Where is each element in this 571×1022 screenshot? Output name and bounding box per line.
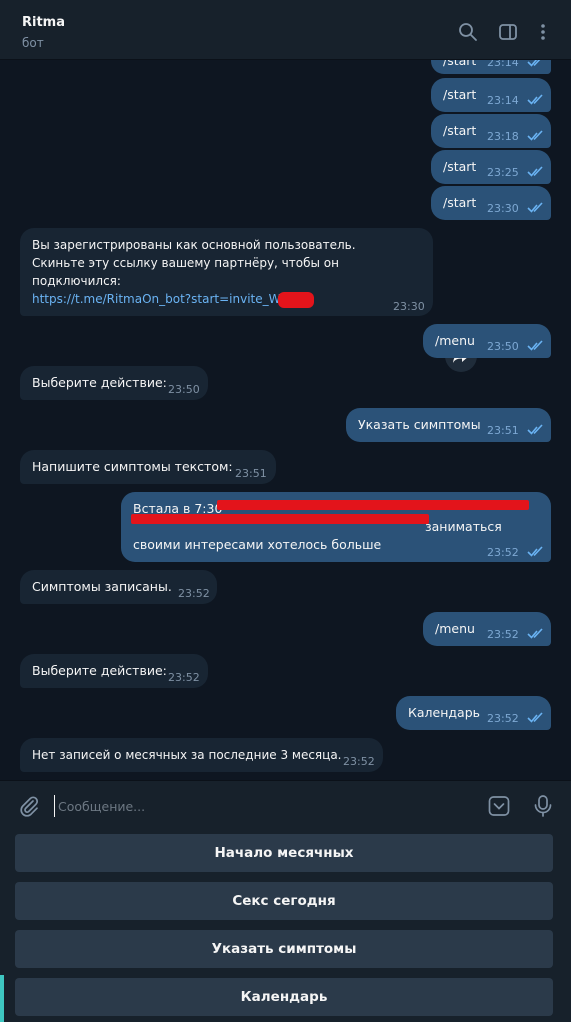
- message-time: 23:25: [487, 166, 519, 179]
- message-incoming[interactable]: Нет записей о месячных за последние 3 ме…: [20, 738, 383, 772]
- message-outgoing[interactable]: /start 23:18: [431, 114, 551, 148]
- message-composer: [0, 780, 571, 830]
- message-outgoing[interactable]: Указать симптомы 23:51: [346, 408, 551, 442]
- redaction-mark: [217, 500, 529, 510]
- message-outgoing[interactable]: /menu 23:52: [423, 612, 551, 646]
- message-outgoing[interactable]: /menu 23:50: [423, 324, 551, 358]
- message-incoming[interactable]: Вы зарегистрированы как основной пользов…: [20, 228, 433, 316]
- redaction-mark: [278, 292, 314, 308]
- message-outgoing[interactable]: Встала в 7:30 заниматься своими интереса…: [121, 492, 551, 562]
- message-text: Указать симптомы: [358, 417, 481, 432]
- message-incoming[interactable]: Напишите симптомы текстом: 23:51: [20, 450, 276, 484]
- message-text: /start: [443, 87, 477, 102]
- message-outgoing[interactable]: /start 23:14: [431, 60, 551, 74]
- message-text: /start: [443, 60, 477, 68]
- message-time: 23:52: [343, 755, 375, 768]
- message-text: Нет записей о месячных за последние 3 ме…: [32, 748, 342, 762]
- message-input[interactable]: [54, 795, 474, 817]
- read-checkmarks-icon: [527, 546, 543, 557]
- message-time: 23:51: [487, 424, 519, 437]
- read-checkmarks-icon: [527, 130, 543, 141]
- message-time: 23:18: [487, 130, 519, 143]
- message-time: 23:14: [487, 60, 519, 69]
- message-text-end: своими интересами хотелось больше: [133, 537, 382, 552]
- chat-subtitle: бот: [22, 36, 44, 50]
- message-time: 23:50: [168, 383, 200, 396]
- message-time: 23:52: [487, 628, 519, 641]
- sidebar-toggle-icon[interactable]: [498, 22, 518, 42]
- message-text: /start: [443, 195, 477, 210]
- message-time: 23:52: [487, 546, 519, 559]
- message-incoming[interactable]: Выберите действие: 23:52: [20, 654, 208, 688]
- message-text: /start: [443, 123, 477, 138]
- keyboard-button-calendar[interactable]: Календарь: [15, 978, 553, 1016]
- message-list[interactable]: /start 23:14 /start 23:14 /start 23:18 /…: [0, 60, 571, 780]
- message-time: 23:30: [487, 202, 519, 215]
- message-text: /menu: [435, 621, 475, 636]
- search-icon[interactable]: [458, 22, 478, 42]
- message-text: Вы зарегистрированы как основной пользов…: [32, 238, 356, 288]
- read-checkmarks-icon: [527, 628, 543, 639]
- read-checkmarks-icon: [527, 712, 543, 723]
- message-time: 23:52: [168, 671, 200, 684]
- message-incoming[interactable]: Симптомы записаны. 23:52: [20, 570, 217, 604]
- message-text: /menu: [435, 333, 475, 348]
- message-time: 23:30: [393, 300, 425, 313]
- message-text: /start: [443, 159, 477, 174]
- attach-icon[interactable]: [18, 795, 40, 817]
- message-text: Выберите действие:: [32, 375, 167, 390]
- bot-keyboard-icon[interactable]: [488, 795, 510, 817]
- read-checkmarks-icon: [527, 166, 543, 177]
- invite-link-text: https://t.me/RitmaOn_bot?start=invite_W: [32, 292, 281, 306]
- message-text: Симптомы записаны.: [32, 579, 172, 594]
- message-time: 23:50: [487, 340, 519, 353]
- message-text-mid: заниматься: [425, 519, 502, 534]
- message-text: Напишите симптомы текстом:: [32, 459, 233, 474]
- message-outgoing[interactable]: /start 23:14: [431, 78, 551, 112]
- message-time: 23:51: [235, 467, 267, 480]
- read-checkmarks-icon: [527, 424, 543, 435]
- chat-title[interactable]: Ritma: [22, 15, 65, 30]
- read-checkmarks-icon: [527, 60, 541, 67]
- microphone-icon[interactable]: [532, 794, 554, 818]
- redaction-mark: [131, 514, 429, 524]
- read-checkmarks-icon: [527, 202, 543, 213]
- message-outgoing[interactable]: /start 23:25: [431, 150, 551, 184]
- message-time: 23:52: [487, 712, 519, 725]
- invite-link[interactable]: https://t.me/RitmaOn_bot?start=invite_WS…: [32, 290, 313, 308]
- message-time: 23:52: [178, 587, 210, 600]
- read-checkmarks-icon: [527, 340, 543, 351]
- window-edge-accent: [0, 975, 4, 1022]
- read-checkmarks-icon: [527, 94, 543, 105]
- message-text: Календарь: [408, 705, 480, 720]
- more-vertical-icon[interactable]: [533, 22, 553, 42]
- chat-header: Ritma бот: [0, 0, 571, 60]
- keyboard-button-sex-today[interactable]: Секс сегодня: [15, 882, 553, 920]
- bot-reply-keyboard: Начало месячных Секс сегодня Указать сим…: [0, 830, 571, 1022]
- message-outgoing[interactable]: Календарь 23:52: [396, 696, 551, 730]
- message-text: Выберите действие:: [32, 663, 167, 678]
- keyboard-button-symptoms[interactable]: Указать симптомы: [15, 930, 553, 968]
- message-incoming[interactable]: Выберите действие: 23:50: [20, 366, 208, 400]
- message-outgoing[interactable]: /start 23:30: [431, 186, 551, 220]
- keyboard-button-period-start[interactable]: Начало месячных: [15, 834, 553, 872]
- message-time: 23:14: [487, 94, 519, 107]
